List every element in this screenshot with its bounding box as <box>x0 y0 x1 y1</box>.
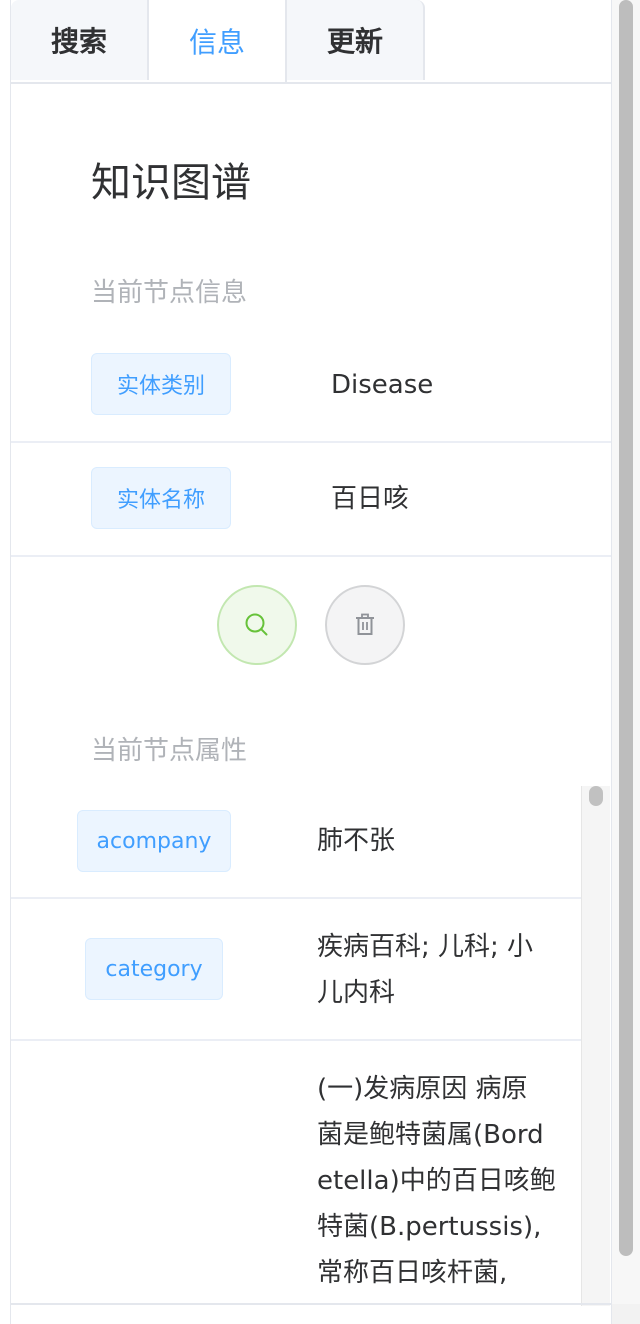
prop-value-cause: (一)发病原因 病原 菌是鲍特菌属(Bord etella)中的百日咳鲍 特菌(… <box>317 1066 556 1296</box>
prop-line: 常称百日咳杆菌, <box>317 1258 508 1288</box>
tab-bar: 搜索 信息 更新 <box>11 0 611 84</box>
prop-line: (一)发病原因 病原 <box>317 1074 528 1104</box>
prop-line: 特菌(B.pertussis), <box>317 1212 542 1242</box>
row-divider <box>11 1039 581 1041</box>
props-scrollbar-track[interactable] <box>581 786 610 1306</box>
prop-tag-acompany: acompany <box>77 810 231 872</box>
entity-name-tag: 实体名称 <box>91 467 231 529</box>
prop-tag-category: category <box>85 938 223 1000</box>
entity-type-value: Disease <box>331 370 434 400</box>
prop-line: 菌是鲍特菌属(Bord <box>317 1120 544 1150</box>
entity-type-tag: 实体类别 <box>91 353 231 415</box>
tab-search[interactable]: 搜索 <box>11 0 149 80</box>
row-divider <box>11 441 611 443</box>
prop-line: etella)中的百日咳鲍 <box>317 1166 556 1196</box>
row-divider <box>11 897 581 899</box>
entity-name-value: 百日咳 <box>331 484 410 514</box>
prop-value-category: 疾病百科; 儿科; 小 儿内科 <box>317 924 533 1016</box>
trash-icon <box>356 613 374 635</box>
prop-line: 儿内科 <box>317 978 396 1008</box>
panel-bottom-border <box>11 1303 611 1305</box>
node-props-heading: 当前节点属性 <box>91 736 248 766</box>
node-info-heading: 当前节点信息 <box>91 278 248 308</box>
props-scrollbar-thumb[interactable] <box>589 786 603 806</box>
delete-node-button[interactable] <box>325 585 405 665</box>
search-icon <box>245 613 268 636</box>
info-panel: 搜索 信息 更新 知识图谱 当前节点信息 实体类别 Disease 实体名称 百… <box>10 0 612 1324</box>
tab-info[interactable]: 信息 <box>149 0 287 82</box>
row-divider <box>11 555 611 557</box>
prop-line: 疾病百科; 儿科; 小 <box>317 932 534 962</box>
tab-update[interactable]: 更新 <box>287 0 425 80</box>
page-scrollbar-thumb[interactable] <box>619 0 633 1256</box>
prop-value-acompany: 肺不张 <box>317 826 396 856</box>
page-title: 知识图谱 <box>91 160 251 206</box>
search-node-button[interactable] <box>217 585 297 665</box>
